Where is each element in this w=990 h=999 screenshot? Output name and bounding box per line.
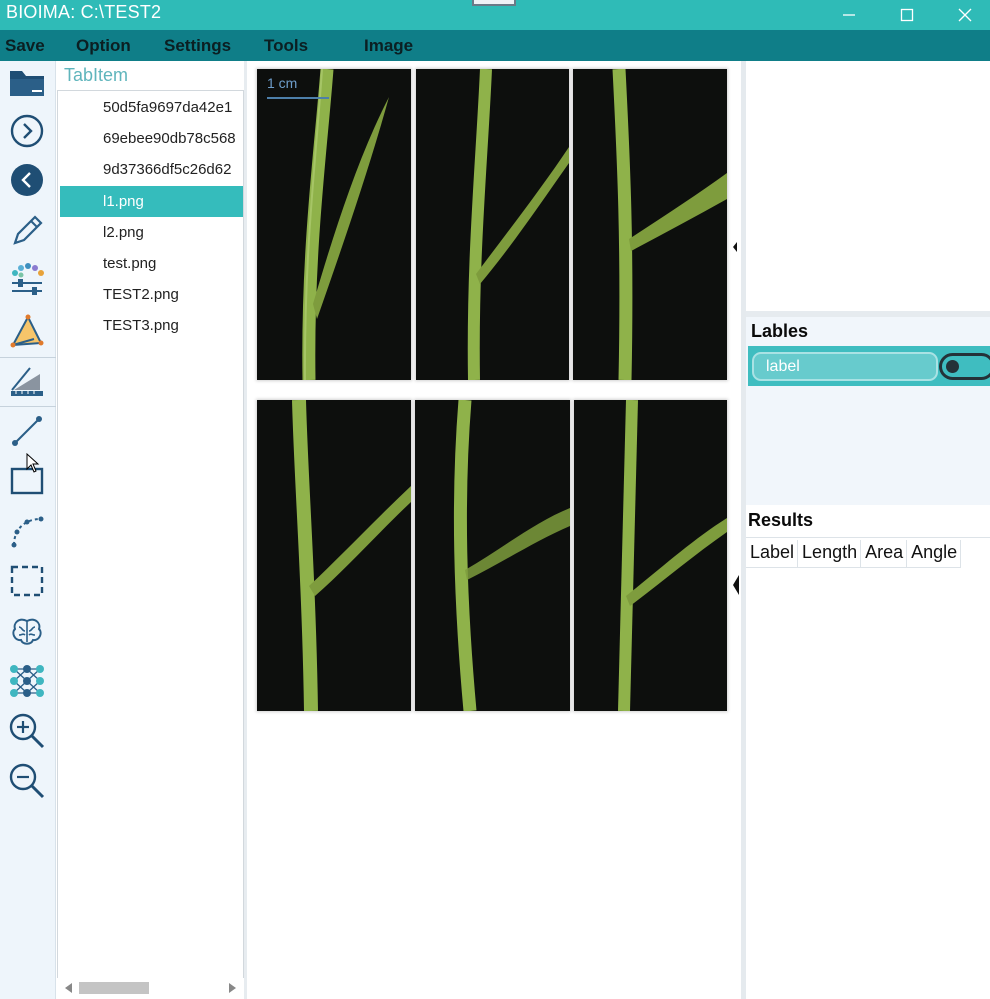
file-item[interactable]: 9d37366df5c26d62 bbox=[60, 154, 243, 185]
image-tile bbox=[416, 69, 569, 380]
menu-tools[interactable]: Tools bbox=[264, 36, 308, 56]
preview-area bbox=[746, 61, 990, 311]
file-item[interactable]: l2.png bbox=[60, 217, 243, 248]
menu-bar: Save Option Settings Tools Image bbox=[0, 30, 990, 61]
label-toggle[interactable] bbox=[939, 353, 990, 380]
close-button[interactable] bbox=[936, 0, 990, 30]
title-bar: BIOIMA: C:\TEST2 bbox=[0, 0, 990, 30]
curve-icon bbox=[11, 516, 44, 548]
results-body bbox=[746, 569, 990, 999]
image-tile bbox=[573, 69, 727, 380]
toolbar-separator bbox=[0, 357, 56, 358]
window-title: BIOIMA: C:\TEST2 bbox=[6, 2, 162, 22]
zoom-out-button[interactable] bbox=[6, 760, 48, 802]
scroll-right-arrow[interactable] bbox=[229, 983, 236, 993]
brain-icon bbox=[12, 618, 42, 645]
file-list: 50d5fa9697da42e1 69ebee90db78c568 9d3736… bbox=[57, 90, 244, 985]
file-item[interactable]: test.png bbox=[60, 248, 243, 279]
results-header: Label Length Area Angle bbox=[746, 540, 962, 568]
menu-option[interactable]: Option bbox=[76, 36, 131, 56]
column-header-area[interactable]: Area bbox=[861, 540, 908, 568]
previous-button[interactable] bbox=[6, 159, 48, 201]
color-adjust-icon bbox=[12, 263, 44, 295]
curve-tool[interactable] bbox=[6, 510, 48, 552]
zoom-in-button[interactable] bbox=[6, 710, 48, 752]
column-header-angle[interactable]: Angle bbox=[907, 540, 962, 568]
maximize-icon bbox=[900, 8, 914, 22]
image-tile bbox=[574, 400, 727, 711]
line-tool[interactable] bbox=[6, 410, 48, 452]
menu-image[interactable]: Image bbox=[364, 36, 413, 56]
canvas-handle[interactable] bbox=[733, 242, 737, 252]
file-item[interactable]: TEST3.png bbox=[60, 310, 243, 341]
file-panel: TabItem 50d5fa9697da42e1 69ebee90db78c56… bbox=[57, 61, 244, 999]
scroll-left-arrow[interactable] bbox=[65, 983, 72, 993]
results-title: Results bbox=[748, 510, 814, 530]
minimize-icon bbox=[843, 14, 855, 16]
file-item-selected[interactable]: l1.png bbox=[60, 186, 243, 217]
menu-settings[interactable]: Settings bbox=[164, 36, 231, 56]
toolbar-separator bbox=[0, 406, 56, 407]
image-tile bbox=[257, 400, 411, 711]
open-folder-icon bbox=[10, 71, 44, 96]
menu-save[interactable]: Save bbox=[5, 36, 45, 56]
next-icon bbox=[10, 114, 44, 148]
window-icon bbox=[472, 0, 516, 6]
zoom-out-icon bbox=[9, 763, 45, 799]
labels-panel: Lables label bbox=[746, 317, 990, 505]
open-folder-button[interactable] bbox=[6, 61, 48, 103]
column-header-label[interactable]: Label bbox=[746, 540, 799, 568]
scale-bar bbox=[267, 97, 329, 99]
canvas-handle[interactable] bbox=[733, 575, 739, 595]
plant-stem-image bbox=[453, 400, 570, 711]
selection-icon bbox=[10, 565, 44, 597]
mouse-cursor-icon bbox=[26, 453, 40, 473]
file-item[interactable]: 69ebee90db78c568 bbox=[60, 123, 243, 154]
labels-title: Lables bbox=[751, 321, 809, 341]
triangle-measure-tool[interactable] bbox=[6, 310, 48, 352]
protractor-icon bbox=[11, 367, 43, 396]
scroll-thumb[interactable] bbox=[79, 982, 149, 994]
image-canvas[interactable]: 1 cm bbox=[247, 61, 741, 999]
tab-item-header[interactable]: TabItem bbox=[64, 65, 128, 86]
color-adjust-tool[interactable] bbox=[6, 260, 48, 302]
protractor-tool[interactable] bbox=[6, 359, 48, 401]
next-button[interactable] bbox=[6, 110, 48, 152]
ai-segment-tool[interactable] bbox=[6, 610, 48, 652]
scale-label: 1 cm bbox=[267, 75, 298, 91]
plant-stem-image bbox=[292, 400, 411, 711]
maximize-button[interactable] bbox=[878, 0, 936, 30]
neural-network-tool[interactable] bbox=[6, 660, 48, 702]
file-item[interactable]: TEST2.png bbox=[60, 279, 243, 310]
neural-network-icon bbox=[10, 665, 44, 697]
minimize-button[interactable] bbox=[820, 0, 878, 30]
column-header-length[interactable]: Length bbox=[798, 540, 862, 568]
right-panel: Lables label Results Label Length Area A… bbox=[746, 61, 990, 999]
toggle-knob bbox=[946, 360, 959, 373]
file-item[interactable]: 50d5fa9697da42e1 bbox=[60, 92, 243, 123]
triangle-measure-icon bbox=[10, 314, 44, 348]
zoom-in-icon bbox=[9, 713, 45, 749]
close-icon bbox=[958, 8, 972, 22]
label-name-field[interactable]: label bbox=[752, 352, 938, 381]
horizontal-scrollbar[interactable] bbox=[57, 978, 244, 998]
label-row[interactable]: label bbox=[748, 346, 990, 386]
selection-tool[interactable] bbox=[6, 560, 48, 602]
tool-sidebar bbox=[0, 61, 56, 999]
results-table: Label Length Area Angle bbox=[746, 537, 990, 999]
plant-stem-image bbox=[618, 400, 727, 711]
plant-stem-image bbox=[612, 69, 727, 380]
pencil-icon bbox=[13, 215, 43, 245]
image-tile bbox=[257, 69, 411, 380]
line-icon bbox=[12, 416, 42, 446]
previous-icon bbox=[11, 164, 43, 196]
plant-stem-image bbox=[302, 69, 389, 380]
plant-stem-image bbox=[467, 69, 569, 380]
pencil-tool[interactable] bbox=[6, 210, 48, 252]
image-tile bbox=[415, 400, 570, 711]
